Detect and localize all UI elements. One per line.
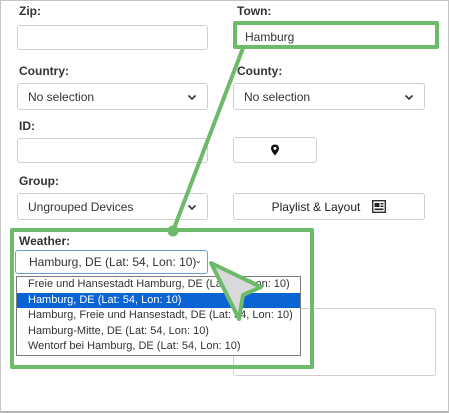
group-select[interactable]: Ungrouped Devices (17, 193, 208, 220)
country-select-value: No selection (28, 89, 95, 104)
weather-highlight-box (10, 228, 314, 369)
group-select-value: Ungrouped Devices (28, 199, 134, 214)
county-label: County: (237, 64, 283, 78)
chevron-down-icon (187, 204, 197, 210)
layout-preview-icon (372, 200, 387, 213)
id-label: ID: (19, 119, 35, 133)
chevron-down-icon (187, 94, 197, 100)
zip-label: Zip: (19, 4, 41, 18)
chevron-down-icon (404, 94, 414, 100)
zip-input[interactable] (17, 25, 208, 50)
locate-button[interactable] (233, 137, 317, 163)
playlist-layout-label: Playlist & Layout (271, 199, 361, 214)
country-select[interactable]: No selection (17, 83, 208, 110)
form-panel: Zip: Town: Hamburg Country: No selection… (0, 0, 449, 413)
group-label: Group: (19, 174, 59, 188)
county-select[interactable]: No selection (233, 83, 425, 110)
country-label: Country: (19, 64, 69, 78)
county-select-value: No selection (244, 89, 311, 104)
map-marker-icon (271, 144, 279, 156)
playlist-layout-button[interactable]: Playlist & Layout (233, 193, 425, 220)
town-highlight-box (233, 21, 439, 49)
id-input[interactable] (17, 138, 208, 163)
town-label: Town: (237, 4, 272, 18)
